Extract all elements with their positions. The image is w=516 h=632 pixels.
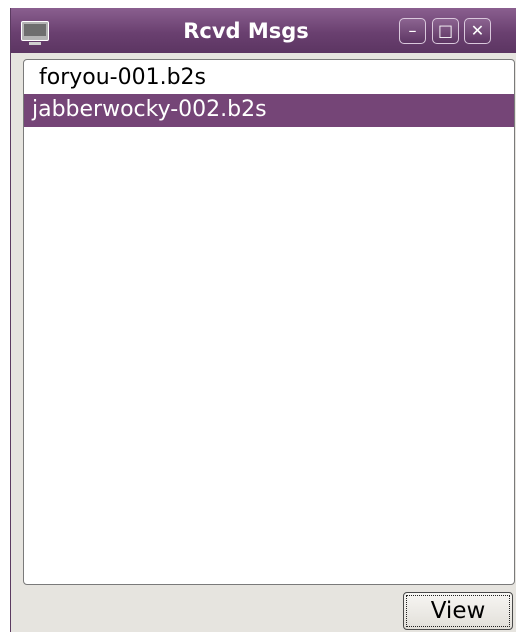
close-icon[interactable]: ✕ (464, 18, 491, 44)
window-title: Rcvd Msgs (183, 19, 309, 43)
view-button[interactable]: View (403, 592, 513, 630)
list-item-selected[interactable]: jabberwocky-002.b2s (24, 94, 514, 127)
title-bar[interactable]: Rcvd Msgs – □ ✕ (11, 8, 516, 53)
maximize-icon[interactable]: □ (432, 18, 459, 44)
message-list[interactable]: foryou-001.b2s jabberwocky-002.b2s (23, 59, 515, 585)
list-item[interactable]: foryou-001.b2s (24, 62, 514, 95)
received-messages-window: Rcvd Msgs – □ ✕ foryou-001.b2s jabberwoc… (10, 8, 516, 632)
minimize-icon[interactable]: – (399, 18, 426, 44)
view-button-label: View (406, 595, 510, 627)
monitor-icon[interactable] (21, 21, 49, 45)
